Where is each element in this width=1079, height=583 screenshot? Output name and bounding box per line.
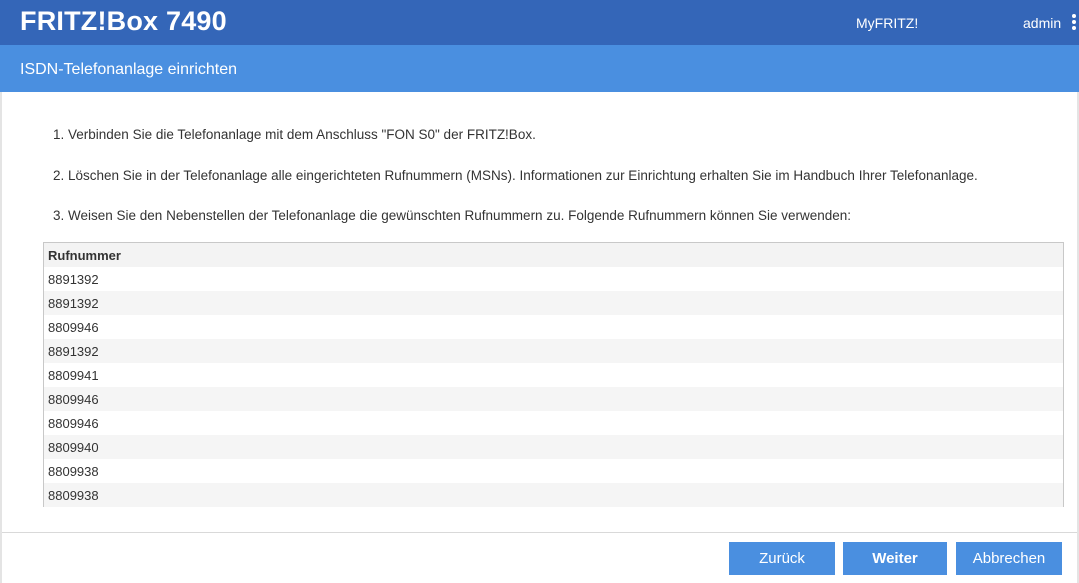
- step-3-text: 3. Weisen Sie den Nebenstellen der Telef…: [53, 208, 851, 223]
- table-row: 8891392: [44, 291, 1063, 315]
- step-1-text: 1. Verbinden Sie die Telefonanlage mit d…: [53, 127, 536, 142]
- table-row: 8809940: [44, 435, 1063, 459]
- number-cell: 8809941: [48, 368, 99, 383]
- table-row: 8809946: [44, 411, 1063, 435]
- number-cell: 8891392: [48, 344, 99, 359]
- user-name[interactable]: admin: [1023, 15, 1061, 31]
- table-header: Rufnummer: [44, 243, 1063, 267]
- table-row: 8809946: [44, 315, 1063, 339]
- table-row: 8809938: [44, 459, 1063, 483]
- step-2-text: 2. Löschen Sie in der Telefonanlage alle…: [53, 168, 978, 183]
- page-title: ISDN-Telefonanlage einrichten: [20, 61, 238, 78]
- number-cell: 8809938: [48, 488, 99, 503]
- frame-left-border: [0, 92, 2, 583]
- number-table: Rufnummer 8891392 8891392 8809946 889139…: [43, 242, 1064, 507]
- number-cell: 8809938: [48, 464, 99, 479]
- table-row: 8891392: [44, 339, 1063, 363]
- number-cell: 8809946: [48, 416, 99, 431]
- next-button[interactable]: Weiter: [843, 542, 947, 575]
- number-cell: 8809946: [48, 320, 99, 335]
- number-cell: 8809940: [48, 440, 99, 455]
- number-cell: 8809946: [48, 392, 99, 407]
- column-header-number: Rufnummer: [48, 248, 121, 263]
- table-row: 8809938: [44, 483, 1063, 507]
- table-row: 8891392: [44, 267, 1063, 291]
- number-cell: 8891392: [48, 296, 99, 311]
- table-row: 8809941: [44, 363, 1063, 387]
- top-bar: FRITZ!Box 7490 MyFRITZ! admin: [0, 0, 1079, 45]
- table-row: 8809946: [44, 387, 1063, 411]
- myfritz-link[interactable]: MyFRITZ!: [856, 15, 918, 31]
- number-cell: 8891392: [48, 272, 99, 287]
- kebab-menu-icon[interactable]: [1071, 14, 1077, 32]
- back-button[interactable]: Zurück: [729, 542, 835, 575]
- brand-title: FRITZ!Box 7490: [20, 6, 227, 36]
- page-title-bar: ISDN-Telefonanlage einrichten: [0, 45, 1079, 92]
- footer-divider: [2, 532, 1077, 533]
- cancel-button[interactable]: Abbrechen: [956, 542, 1062, 575]
